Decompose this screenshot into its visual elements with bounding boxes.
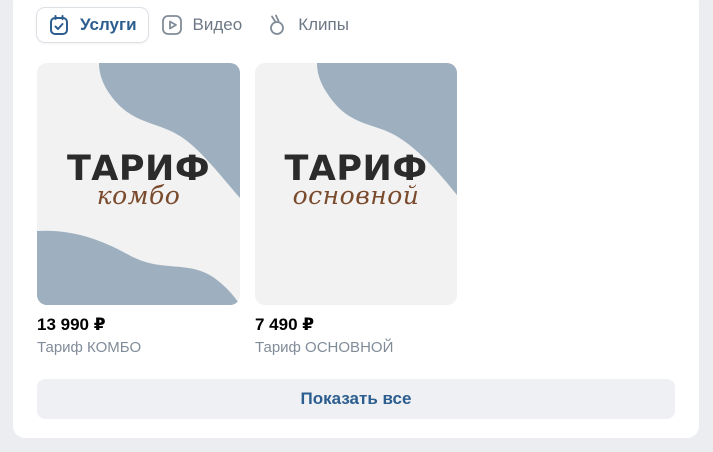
video-icon [161,14,183,36]
content-tabs: Услуги Видео Клипы [37,8,362,42]
product-thumbnail[interactable]: ТАРИФ комбо [37,63,240,305]
tab-clips-label: Клипы [298,15,349,34]
tab-clips[interactable]: Клипы [255,8,360,42]
tab-services-label: Услуги [80,15,137,34]
tab-video[interactable]: Видео [150,8,254,42]
thumbnail-subtitle: основной [292,181,420,210]
services-card: Услуги Видео Клипы ТАРИФ комбо 13 990 ₽ … [13,0,699,438]
show-all-button[interactable]: Показать все [37,379,675,419]
product-name[interactable]: Тариф ОСНОВНОЙ [255,339,457,356]
clips-icon [266,14,288,36]
product-price: 7 490 ₽ [255,315,315,334]
tab-video-label: Видео [192,15,243,34]
thumbnail-subtitle: комбо [96,181,181,210]
product-name[interactable]: Тариф КОМБО [37,339,240,356]
product-price: 13 990 ₽ [37,315,106,334]
services-icon [48,14,70,36]
product-thumbnail[interactable]: ТАРИФ основной [255,63,457,305]
product-item-basic[interactable]: ТАРИФ основной 7 490 ₽ Тариф ОСНОВНОЙ [255,63,457,356]
product-item-combo[interactable]: ТАРИФ комбо 13 990 ₽ Тариф КОМБО [37,63,240,356]
tab-services[interactable]: Услуги [37,8,148,42]
